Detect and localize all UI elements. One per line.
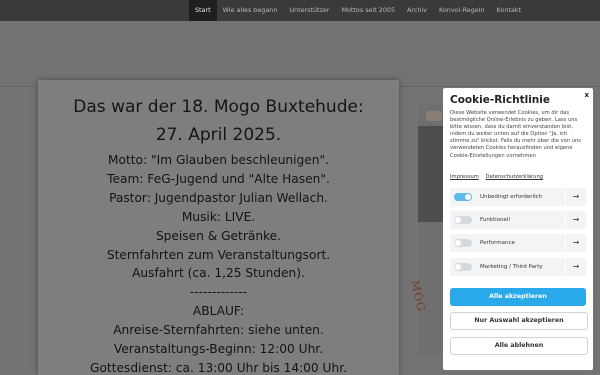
nav-item-archiv[interactable]: Archiv (401, 0, 433, 21)
modal-title: Das war der 18. Mogo Buxtehude: 27. Apri… (38, 93, 399, 149)
modal-line: ABLAUF: (192, 304, 245, 319)
cookie-links: Impressum Datenschutzerklärung (450, 174, 548, 180)
accept-all-button[interactable]: Alle akzeptieren (450, 288, 586, 306)
nav-item-konvoi-regeln[interactable]: Konvoi-Regeln (433, 0, 491, 21)
nav-item-kontakt[interactable]: Kontakt (491, 0, 527, 21)
modal-body: Motto: "Im Glauben beschleunigen". Team:… (38, 151, 399, 375)
modal-line: ------------- (189, 285, 248, 300)
nav-item-mottos[interactable]: Mottos seit 2005 (335, 0, 401, 21)
modal-title-line-1: Das war der 18. Mogo Buxtehude: (73, 97, 364, 117)
arrow-right-icon[interactable]: → (565, 234, 586, 252)
marketing-toggle[interactable] (454, 263, 472, 271)
modal-line: Motto: "Im Glauben beschleunigen". (108, 153, 329, 167)
necessary-toggle[interactable] (454, 193, 472, 201)
performance-toggle[interactable] (454, 239, 472, 247)
modal-title-line-2: 27. April 2025. (155, 125, 282, 145)
event-info-modal: Das war der 18. Mogo Buxtehude: 27. Apri… (38, 80, 399, 375)
cookie-panel: x Cookie-Richtlinie Diese Website verwen… (443, 88, 593, 370)
modal-line: Anreise-Sternfahrten: siehe unten. (113, 323, 324, 338)
modal-line: Sternfahrten zum Veranstaltungsort. (106, 247, 331, 262)
cookie-description: Diese Website verwendet Cookies, um dir … (450, 110, 581, 159)
cookie-title: Cookie-Richtlinie (450, 94, 550, 106)
privacy-link[interactable]: Datenschutzerklärung (486, 174, 544, 180)
modal-line: Ausfahrt (ca. 1,25 Stunden). (132, 266, 305, 281)
reject-all-button[interactable]: Alle ablehnen (450, 337, 588, 355)
modal-line: Musik: LIVE. (181, 209, 256, 224)
modal-line: Speisen & Getränke. (155, 228, 282, 243)
arrow-right-icon[interactable]: → (565, 188, 586, 206)
cookie-category-marketing: Marketing / Third Party → (450, 258, 586, 276)
nav-item-unterstuetzer[interactable]: Unterstützer (283, 0, 335, 21)
badge-graphic (426, 111, 442, 121)
category-label: Unbedingt erforderlich (480, 194, 543, 200)
modal-line: Gottesdienst: ca. 13:00 Uhr bis 14:00 Uh… (90, 360, 347, 375)
category-label: Marketing / Third Party (480, 264, 543, 270)
arrow-right-icon[interactable]: → (565, 258, 586, 276)
nav-menu: Start Wie alles begann Unterstützer Mott… (189, 0, 527, 21)
functional-toggle[interactable] (454, 216, 472, 224)
modal-line: Veranstaltungs-Beginn: 12:00 Uhr. (113, 342, 324, 357)
category-label: Funktionell (480, 217, 510, 223)
cookie-category-functional: Funktionell → (450, 211, 586, 229)
nav-item-wie-alles-begann[interactable]: Wie alles begann (217, 0, 284, 21)
cookie-category-necessary: Unbedingt erforderlich → (450, 188, 586, 206)
close-icon[interactable]: x (584, 91, 589, 99)
modal-line: Team: FeG-Jugend und "Alte Hasen". (107, 171, 330, 186)
impressum-link[interactable]: Impressum (450, 174, 479, 180)
category-label: Performance (480, 240, 515, 246)
accept-selection-button[interactable]: Nur Auswahl akzeptieren (450, 312, 588, 330)
nav-item-start[interactable]: Start (189, 0, 217, 21)
arrow-right-icon[interactable]: → (565, 211, 586, 229)
cookie-category-performance: Performance → (450, 234, 586, 252)
top-navigation: Start Wie alles begann Unterstützer Mott… (0, 0, 600, 21)
modal-line: Pastor: Jugendpastor Julian Wellach. (109, 190, 328, 205)
